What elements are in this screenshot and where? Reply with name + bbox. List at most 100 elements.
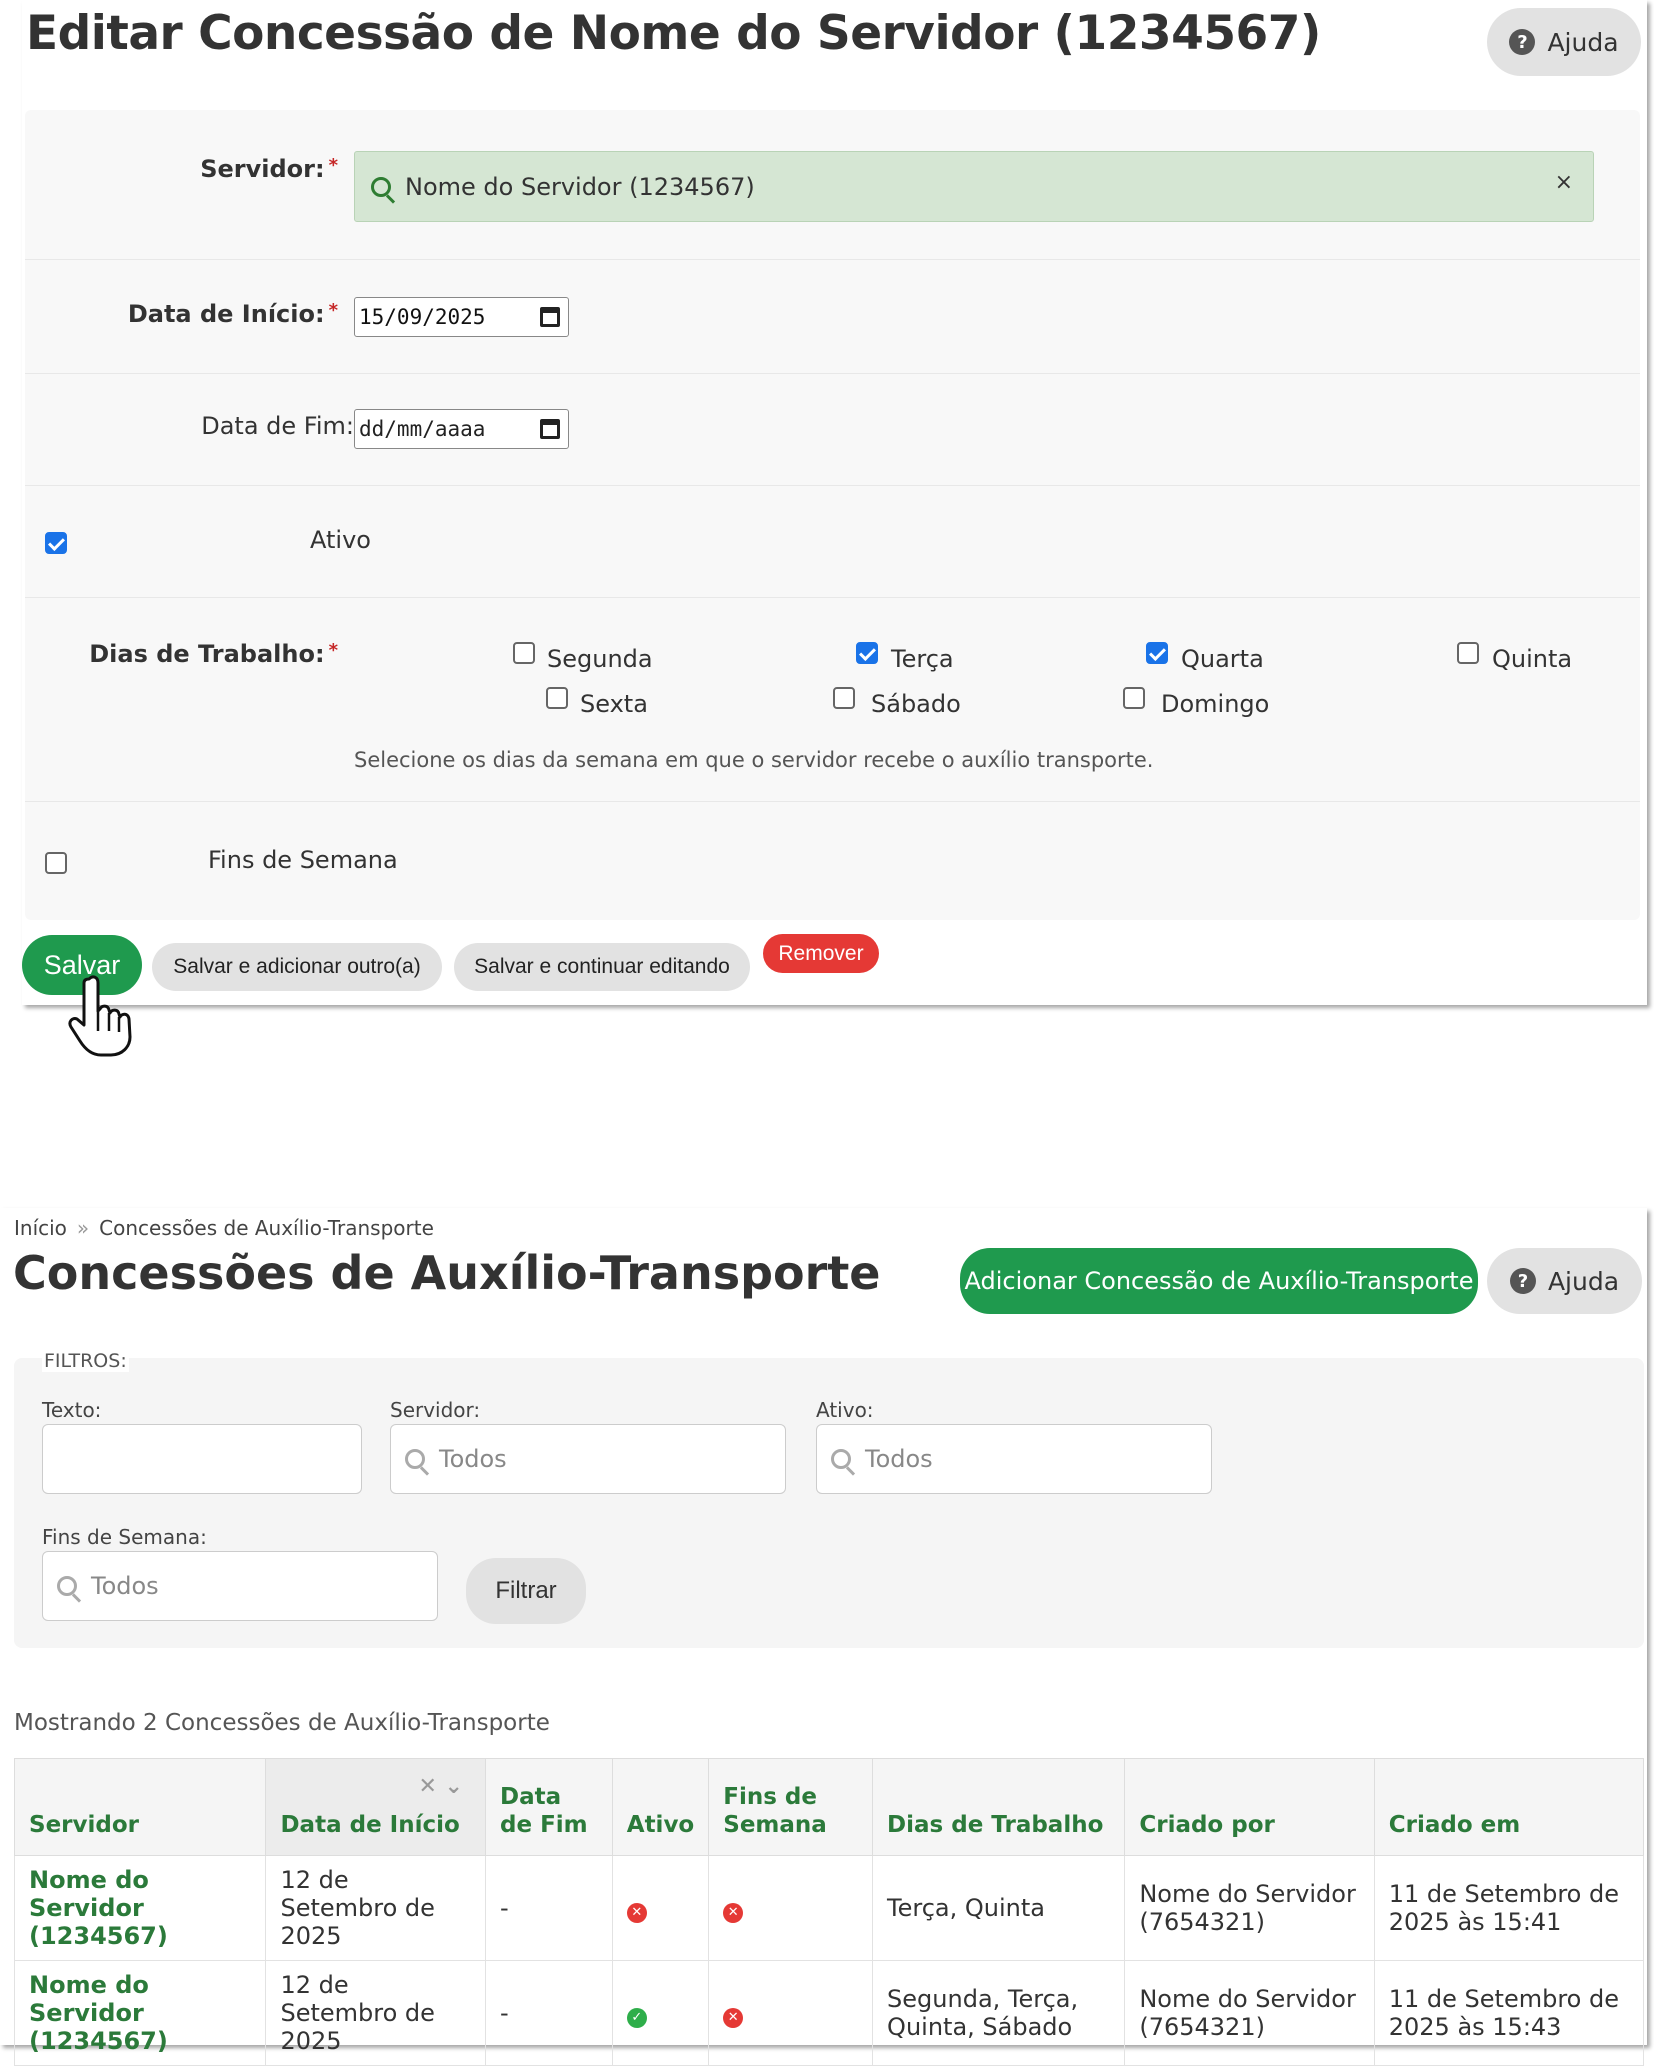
dias-trabalho-label: Dias de Trabalho: *	[89, 640, 338, 668]
dia-quarta-label: Quarta	[1181, 645, 1264, 673]
x-circle-icon: ✕	[723, 1902, 744, 1923]
dia-segunda-checkbox[interactable]	[513, 642, 535, 664]
filters-box: FILTROS: Texto: Servidor: Todos Ativo: T…	[14, 1350, 1644, 1648]
page-title: Concessões de Auxílio-Transporte	[13, 1246, 881, 1300]
ativo-filter-label: Ativo:	[816, 1398, 874, 1422]
dia-domingo-label: Domingo	[1161, 690, 1270, 718]
servidor-row: Servidor: * Nome do Servidor (1234567) ×	[25, 110, 1640, 260]
fins-semana-filter-select[interactable]: Todos	[42, 1551, 438, 1621]
data-inicio-cell: 12 de Setembro de 2025	[265, 1855, 486, 1961]
fins-semana-filter-label: Fins de Semana:	[42, 1525, 207, 1549]
texto-filter-input[interactable]	[42, 1424, 362, 1494]
col-header-fins-semana[interactable]: Fins de Semana	[708, 1758, 874, 1856]
dia-segunda-label: Segunda	[547, 645, 653, 673]
help-button[interactable]: ? Ajuda	[1487, 1248, 1642, 1314]
fins-semana-cell: ✕	[708, 1855, 874, 1961]
table-header-row: Servidor ✕ ⌄ Data de Início Data de Fim …	[13, 1758, 1645, 1856]
criado-em-cell: 11 de Setembro de 2025 às 15:43	[1373, 1960, 1645, 2066]
dias-trabalho-cell: Terça, Quinta	[872, 1855, 1126, 1961]
servidor-filter-label: Servidor:	[390, 1398, 481, 1422]
edit-form: Servidor: * Nome do Servidor (1234567) × …	[25, 110, 1640, 920]
fins-semana-checkbox[interactable]	[45, 852, 67, 874]
save-and-add-button[interactable]: Salvar e adicionar outro(a)	[152, 943, 442, 991]
ativo-label: Ativo	[310, 526, 371, 554]
data-fim-cell: -	[485, 1855, 613, 1961]
data-fim-input[interactable]: dd/mm/aaaa	[354, 409, 569, 449]
ativo-cell: ✓	[611, 1960, 710, 2066]
col-header-data-inicio[interactable]: ✕ ⌄ Data de Início	[265, 1758, 486, 1856]
dias-trabalho-row: Dias de Trabalho: * Segunda Terça Quarta …	[25, 598, 1640, 802]
servidor-select[interactable]: Nome do Servidor (1234567) ×	[354, 151, 1594, 222]
dia-quinta-checkbox[interactable]	[1457, 642, 1479, 664]
fins-semana-row: Fins de Semana	[25, 802, 1640, 920]
ativo-cell: ✕	[611, 1855, 710, 1961]
dia-domingo-checkbox[interactable]	[1123, 687, 1145, 709]
data-fim-row: Data de Fim: dd/mm/aaaa	[25, 374, 1640, 486]
servidor-value: Nome do Servidor (1234567)	[405, 172, 755, 201]
data-inicio-cell: 12 de Setembro de 2025	[265, 1960, 486, 2066]
col-header-criado-por[interactable]: Criado por	[1124, 1758, 1375, 1856]
fins-semana-cell: ✕	[708, 1960, 874, 2066]
check-circle-icon: ✓	[626, 2007, 647, 2028]
dia-terca-checkbox[interactable]	[856, 642, 878, 664]
servidor-filter-select[interactable]: Todos	[390, 1424, 786, 1494]
breadcrumb-current: Concessões de Auxílio-Transporte	[99, 1216, 434, 1240]
x-circle-icon: ✕	[723, 2007, 744, 2028]
ativo-filter-select[interactable]: Todos	[816, 1424, 1212, 1494]
table-row: Nome do Servidor (1234567) 12 de Setembr…	[13, 1960, 1645, 2066]
breadcrumb-home-link[interactable]: Início	[14, 1216, 67, 1240]
help-label: Ajuda	[1547, 1266, 1620, 1296]
texto-filter-label: Texto:	[42, 1398, 102, 1422]
calendar-icon[interactable]	[540, 419, 560, 439]
concessions-table: Servidor ✕ ⌄ Data de Início Data de Fim …	[13, 1758, 1645, 2066]
dia-quarta-checkbox[interactable]	[1146, 642, 1168, 664]
concessions-list-panel: Início» Concessões de Auxílio-Transporte …	[0, 1208, 1647, 2066]
page-title: Editar Concessão de Nome do Servidor (12…	[26, 6, 1321, 61]
clear-selection-icon[interactable]: ×	[1555, 170, 1573, 195]
data-fim-cell: -	[485, 1960, 613, 2066]
breadcrumb: Início » Concessões de Auxílio-Transporte	[14, 1216, 434, 1240]
col-header-dias-trabalho[interactable]: Dias de Trabalho	[872, 1758, 1126, 1856]
x-circle-icon: ✕	[626, 1902, 647, 1923]
sort-remove-and-descending-icon[interactable]: ✕ ⌄	[418, 1773, 463, 1801]
criado-por-cell: Nome do Servidor (7654321)	[1124, 1855, 1375, 1961]
help-button[interactable]: ? Ajuda	[1487, 8, 1641, 76]
col-header-servidor[interactable]: Servidor	[13, 1758, 267, 1856]
criado-em-cell: 11 de Setembro de 2025 às 15:41	[1373, 1855, 1645, 1961]
data-inicio-label: Data de Início: *	[127, 300, 338, 328]
search-icon	[831, 1449, 851, 1469]
fins-semana-label: Fins de Semana	[208, 846, 398, 874]
filters-legend: FILTROS:	[42, 1350, 129, 1372]
search-icon	[405, 1449, 425, 1469]
col-header-criado-em[interactable]: Criado em	[1373, 1758, 1645, 1856]
servidor-label: Servidor: *	[200, 155, 338, 183]
calendar-icon[interactable]	[540, 307, 560, 327]
question-circle-icon: ?	[1509, 29, 1536, 55]
ativo-checkbox[interactable]	[45, 532, 67, 554]
hand-pointer-cursor-icon	[68, 975, 132, 1057]
breadcrumb-separator: »	[76, 1216, 90, 1240]
search-icon	[371, 176, 391, 197]
filter-button[interactable]: Filtrar	[466, 1558, 586, 1624]
dias-trabalho-cell: Segunda, Terça, Quinta, Sábado	[872, 1960, 1126, 2066]
search-icon	[57, 1576, 77, 1596]
dia-terca-label: Terça	[891, 645, 954, 673]
edit-concession-panel: Editar Concessão de Nome do Servidor (12…	[22, 0, 1647, 1057]
table-row: Nome do Servidor (1234567) 12 de Setembr…	[13, 1855, 1645, 1961]
col-header-ativo[interactable]: Ativo	[611, 1758, 710, 1856]
dia-sabado-checkbox[interactable]	[833, 687, 855, 709]
data-fim-label: Data de Fim:	[201, 412, 354, 440]
dia-quinta-label: Quinta	[1492, 645, 1573, 673]
remove-button[interactable]: Remover	[763, 934, 879, 973]
add-concession-button[interactable]: Adicionar Concessão de Auxílio-Transport…	[960, 1248, 1478, 1314]
dia-sexta-checkbox[interactable]	[546, 687, 568, 709]
col-header-data-fim[interactable]: Data de Fim	[485, 1758, 613, 1856]
servidor-link[interactable]: Nome do Servidor (1234567)	[13, 1960, 267, 2066]
data-inicio-input[interactable]: 15/09/2025	[354, 297, 569, 337]
criado-por-cell: Nome do Servidor (7654321)	[1124, 1960, 1375, 2066]
ativo-row: Ativo	[25, 486, 1640, 598]
servidor-link[interactable]: Nome do Servidor (1234567)	[13, 1855, 267, 1961]
dia-sabado-label: Sábado	[871, 690, 961, 718]
help-label: Ajuda	[1547, 27, 1619, 57]
save-and-continue-button[interactable]: Salvar e continuar editando	[454, 943, 750, 991]
